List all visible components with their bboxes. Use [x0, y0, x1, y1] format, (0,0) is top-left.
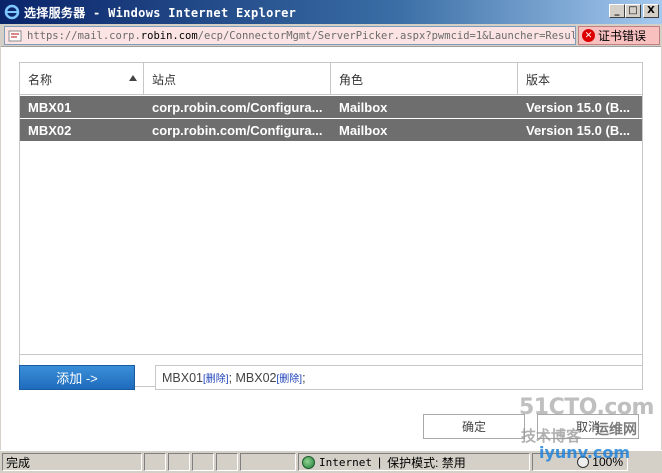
- minimize-button[interactable]: _: [609, 4, 625, 18]
- sort-ascending-icon: [129, 75, 137, 81]
- server-grid: 名称 站点 角色 版本 MBX01 corp.robin.com/Configu…: [19, 62, 643, 387]
- selected-server-name: MBX02: [235, 370, 277, 385]
- zoom-control[interactable]: 100%: [532, 453, 628, 471]
- globe-icon: [302, 455, 315, 469]
- remove-server-link[interactable]: [删除]: [277, 370, 303, 385]
- cell-site: corp.robin.com/Configura...: [152, 122, 323, 138]
- column-header-version[interactable]: 版本: [518, 63, 642, 95]
- page-icon: [8, 29, 24, 43]
- column-header-name[interactable]: 名称: [20, 63, 144, 95]
- close-button[interactable]: X: [643, 4, 659, 18]
- ok-button[interactable]: 确定: [423, 414, 525, 439]
- status-pane: [240, 453, 296, 471]
- add-button[interactable]: 添加 ->: [19, 365, 135, 390]
- remove-server-link[interactable]: [删除]: [203, 370, 229, 385]
- certificate-error-button[interactable]: ✕ 证书错误: [578, 26, 660, 45]
- status-pane: [192, 453, 214, 471]
- status-pane: [216, 453, 238, 471]
- status-pane: [168, 453, 190, 471]
- address-url: https://mail.corp.robin.com/ecp/Connecto…: [27, 29, 576, 42]
- cell-role: Mailbox: [339, 122, 388, 138]
- grid-rows: MBX01 corp.robin.com/Configura... Mailbo…: [20, 96, 642, 142]
- cell-version: Version 15.0 (B...: [526, 99, 631, 115]
- restore-button[interactable]: □: [625, 4, 641, 18]
- cell-role: Mailbox: [339, 99, 388, 115]
- status-pane: [144, 453, 166, 471]
- status-text: 完成: [2, 453, 142, 471]
- cancel-button[interactable]: 取消: [537, 414, 639, 439]
- selected-servers-field: MBX01 [删除]; MBX02 [删除];: [155, 365, 643, 390]
- address-bar: https://mail.corp.robin.com/ecp/Connecto…: [0, 24, 662, 46]
- window-title: 选择服务器 - Windows Internet Explorer: [24, 5, 297, 20]
- table-row[interactable]: MBX02 corp.robin.com/Configura... Mailbo…: [20, 119, 642, 142]
- certificate-error-icon: ✕: [582, 29, 595, 42]
- address-field[interactable]: https://mail.corp.robin.com/ecp/Connecto…: [4, 26, 576, 45]
- ie-logo-icon: [4, 4, 20, 20]
- cell-name: MBX01: [28, 99, 72, 115]
- title-bar: 选择服务器 - Windows Internet Explorer _ □ X: [0, 0, 662, 24]
- window-controls: _ □ X: [609, 4, 659, 18]
- status-bar: 完成 Internet | 保护模式: 禁用 100%: [0, 450, 662, 473]
- cell-version: Version 15.0 (B...: [526, 122, 631, 138]
- column-header-site[interactable]: 站点: [144, 63, 331, 95]
- selected-server-name: MBX01: [162, 370, 203, 385]
- cell-name: MBX02: [28, 122, 72, 138]
- column-header-role[interactable]: 角色: [331, 63, 518, 95]
- page-content: 名称 站点 角色 版本 MBX01 corp.robin.com/Configu…: [1, 46, 661, 450]
- cell-site: corp.robin.com/Configura...: [152, 99, 323, 115]
- security-zone[interactable]: Internet | 保护模式: 禁用: [298, 453, 530, 471]
- table-row[interactable]: MBX01 corp.robin.com/Configura... Mailbo…: [20, 96, 642, 119]
- zoom-icon: [577, 456, 590, 468]
- protected-mode-status: 保护模式: 禁用: [387, 455, 466, 470]
- grid-header: 名称 站点 角色 版本: [20, 63, 642, 95]
- certificate-error-label: 证书错误: [598, 29, 647, 43]
